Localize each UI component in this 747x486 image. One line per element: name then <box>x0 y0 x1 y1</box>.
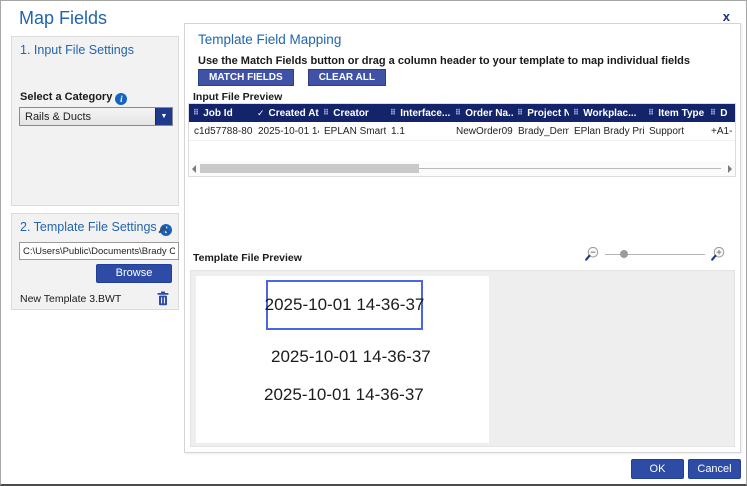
selected-text-object[interactable]: 2025-10-01 14-36-37 <box>266 280 423 330</box>
close-icon[interactable]: x <box>723 9 730 24</box>
template-text: 2025-10-01 14-36-37 <box>265 295 425 315</box>
horizontal-scrollbar[interactable] <box>189 161 735 176</box>
mapping-instruction: Use the Match Fields button or drag a co… <box>198 55 690 67</box>
input-file-preview-label: Input File Preview <box>193 91 282 103</box>
category-dropdown[interactable]: Rails & Ducts ▼ <box>19 107 173 126</box>
select-category-label: Select a Category i <box>20 91 127 105</box>
column-header-label: Item Type <box>658 108 704 119</box>
collapse-chevron-up-icon[interactable] <box>160 226 168 234</box>
column-header[interactable]: ⠿ Item Type <box>644 104 706 122</box>
column-header[interactable]: ⠿ Creator <box>319 104 386 122</box>
scroll-left-arrow-icon[interactable] <box>192 165 196 173</box>
column-header[interactable]: ⠿ Job Id <box>189 104 253 122</box>
column-header[interactable]: ⠿ Workplac... <box>569 104 644 122</box>
table-row: c1d57788-8055-2025-10-01 14-3EPLAN Smart… <box>189 122 735 141</box>
column-header[interactable]: ⠿ Interface... <box>386 104 451 122</box>
column-header-label: Project N... <box>527 108 569 119</box>
template-file-settings-text: 2. Template File Settings <box>20 220 157 234</box>
input-file-preview-table: ⠿Job Id✓Created At⠿Creator⠿Interface...⠿… <box>188 103 736 177</box>
table-cell: 2025-10-01 14-3 <box>253 122 319 140</box>
check-icon: ✓ <box>257 109 265 118</box>
ok-button[interactable]: OK <box>631 459 684 479</box>
template-file-name: New Template 3.BWT <box>20 293 121 305</box>
delete-trash-icon[interactable] <box>156 291 170 306</box>
template-file-preview-label: Template File Preview <box>193 252 302 264</box>
drag-grip-icon: ⠿ <box>455 109 461 117</box>
table-cell: Support <box>644 122 706 140</box>
drag-grip-icon: ⠿ <box>193 109 199 117</box>
template-file-row: New Template 3.BWT <box>20 291 172 307</box>
mapping-buttons: MATCH FIELDS CLEAR ALL <box>198 69 386 86</box>
info-icon[interactable]: i <box>115 93 127 105</box>
browse-button[interactable]: Browse <box>96 264 172 283</box>
zoom-slider[interactable] <box>605 247 705 262</box>
template-canvas[interactable]: 2025-10-01 14-36-37 2025-10-01 14-36-37 … <box>196 276 489 443</box>
clear-all-button[interactable]: CLEAR ALL <box>308 69 386 86</box>
mapping-title: Template Field Mapping <box>198 32 341 47</box>
table-cell: +A1- <box>706 122 732 140</box>
zoom-out-icon[interactable] <box>584 246 600 262</box>
template-path-input[interactable] <box>19 242 179 260</box>
map-fields-dialog: Map Fields x 1. Input File Settings Sele… <box>0 0 747 486</box>
category-dropdown-value: Rails & Ducts <box>25 111 91 123</box>
column-header[interactable]: ✓ Created At <box>253 104 319 122</box>
template-text[interactable]: 2025-10-01 14-36-37 <box>264 385 424 405</box>
zoom-control <box>584 246 726 262</box>
column-header-label: Workplac... <box>583 108 636 119</box>
input-file-settings-panel: 1. Input File Settings Select a Category… <box>11 36 179 206</box>
column-header-label: D <box>720 108 727 119</box>
template-file-settings-title: 2. Template File Settings i <box>20 220 172 236</box>
column-header-label: Job Id <box>203 108 232 119</box>
drag-grip-icon: ⠿ <box>517 109 523 117</box>
scroll-right-arrow-icon[interactable] <box>728 165 732 173</box>
table-cell: EPlan Brady Prin <box>569 122 644 140</box>
column-header-label: Creator <box>333 108 369 119</box>
table-cell: 1.1 <box>386 122 451 140</box>
zoom-in-icon[interactable] <box>710 246 726 262</box>
column-header-label: Created At <box>269 108 319 119</box>
column-header[interactable]: ⠿ Order Na... <box>451 104 513 122</box>
table-header-row: ⠿Job Id✓Created At⠿Creator⠿Interface...⠿… <box>189 104 735 122</box>
table-cell: NewOrder0916 <box>451 122 513 140</box>
drag-grip-icon: ⠿ <box>573 109 579 117</box>
zoom-slider-thumb[interactable] <box>620 250 628 258</box>
table-cell: EPLAN Smart Pri <box>319 122 386 140</box>
column-header[interactable]: ⠿ Project N... <box>513 104 569 122</box>
dialog-title: Map Fields <box>19 8 107 29</box>
column-header[interactable]: ⠿D <box>706 104 732 122</box>
select-category-text: Select a Category <box>20 91 112 103</box>
input-file-settings-title: 1. Input File Settings <box>12 37 178 57</box>
drag-grip-icon: ⠿ <box>323 109 329 117</box>
table-cell: c1d57788-8055- <box>189 122 253 140</box>
template-preview-area: 2025-10-01 14-36-37 2025-10-01 14-36-37 … <box>190 270 735 447</box>
column-header-label: Interface... <box>400 108 450 119</box>
cancel-button[interactable]: Cancel <box>688 459 741 479</box>
template-text[interactable]: 2025-10-01 14-36-37 <box>271 347 431 367</box>
column-header-label: Order Na... <box>465 108 513 119</box>
template-field-mapping-panel: Template Field Mapping Use the Match Fie… <box>184 23 741 453</box>
table-cell: Brady_Demo_Pro <box>513 122 569 140</box>
match-fields-button[interactable]: MATCH FIELDS <box>198 69 294 86</box>
scrollbar-thumb[interactable] <box>200 164 419 173</box>
drag-grip-icon: ⠿ <box>390 109 396 117</box>
drag-grip-icon: ⠿ <box>710 109 716 117</box>
template-file-settings-panel: 2. Template File Settings i Browse New T… <box>11 213 179 310</box>
drag-grip-icon: ⠿ <box>648 109 654 117</box>
chevron-down-icon[interactable]: ▼ <box>155 108 172 125</box>
